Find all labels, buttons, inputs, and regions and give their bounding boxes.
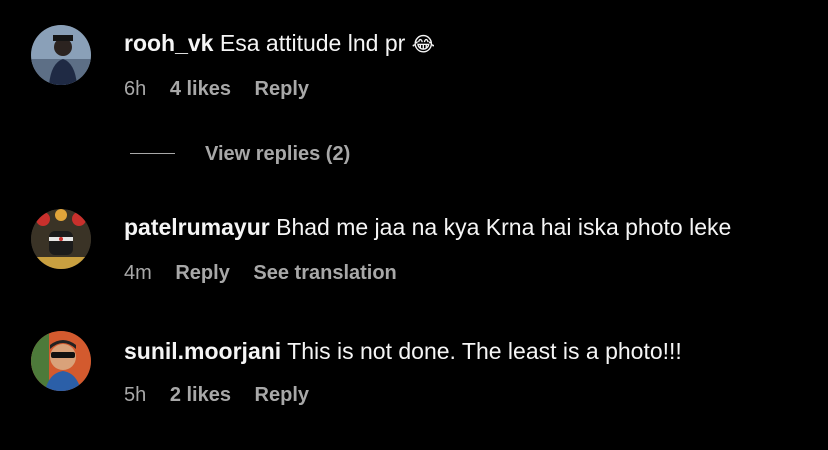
avatar-rooh-vk-icon: [31, 25, 91, 85]
comment-line: patelrumayur Bhad me jaa na kya Krna hai…: [124, 213, 731, 241]
timestamp: 4m: [124, 262, 152, 284]
avatar[interactable]: [31, 25, 91, 85]
username[interactable]: patelrumayur: [124, 214, 270, 240]
laughing-emoji-icon: 😂: [411, 32, 436, 56]
see-translation-link[interactable]: See translation: [253, 262, 396, 284]
reply-button[interactable]: Reply: [175, 262, 229, 284]
username[interactable]: sunil.moorjani: [124, 338, 281, 364]
comment-line: sunil.moorjani This is not done. The lea…: [124, 337, 682, 365]
reply-button[interactable]: Reply: [255, 384, 309, 406]
comment-line: rooh_vk Esa attitude lnd pr 😂: [124, 29, 435, 58]
avatar[interactable]: [31, 209, 91, 269]
likes-count[interactable]: 2 likes: [170, 384, 231, 406]
username[interactable]: rooh_vk: [124, 30, 213, 56]
avatar-sunil-moorjani-icon: [31, 331, 91, 391]
comment-text: Esa attitude lnd pr: [219, 30, 406, 56]
timestamp: 5h: [124, 384, 147, 406]
replies-divider: [130, 153, 175, 154]
avatar-patelrumayur-icon: [31, 209, 91, 269]
comment-text: This is not done. The least is a photo!!…: [287, 338, 682, 364]
timestamp: 6h: [124, 78, 147, 100]
reply-button[interactable]: Reply: [255, 78, 309, 100]
view-replies-button[interactable]: View replies (2): [205, 141, 350, 167]
comment-meta: 4m Reply See translation: [124, 261, 415, 285]
avatar[interactable]: [31, 331, 91, 391]
comment-meta: 5h 2 likes Reply: [124, 383, 327, 407]
comment-meta: 6h 4 likes Reply: [124, 77, 327, 101]
comment-text: Bhad me jaa na kya Krna hai iska photo l…: [276, 214, 732, 240]
likes-count[interactable]: 4 likes: [170, 78, 231, 100]
